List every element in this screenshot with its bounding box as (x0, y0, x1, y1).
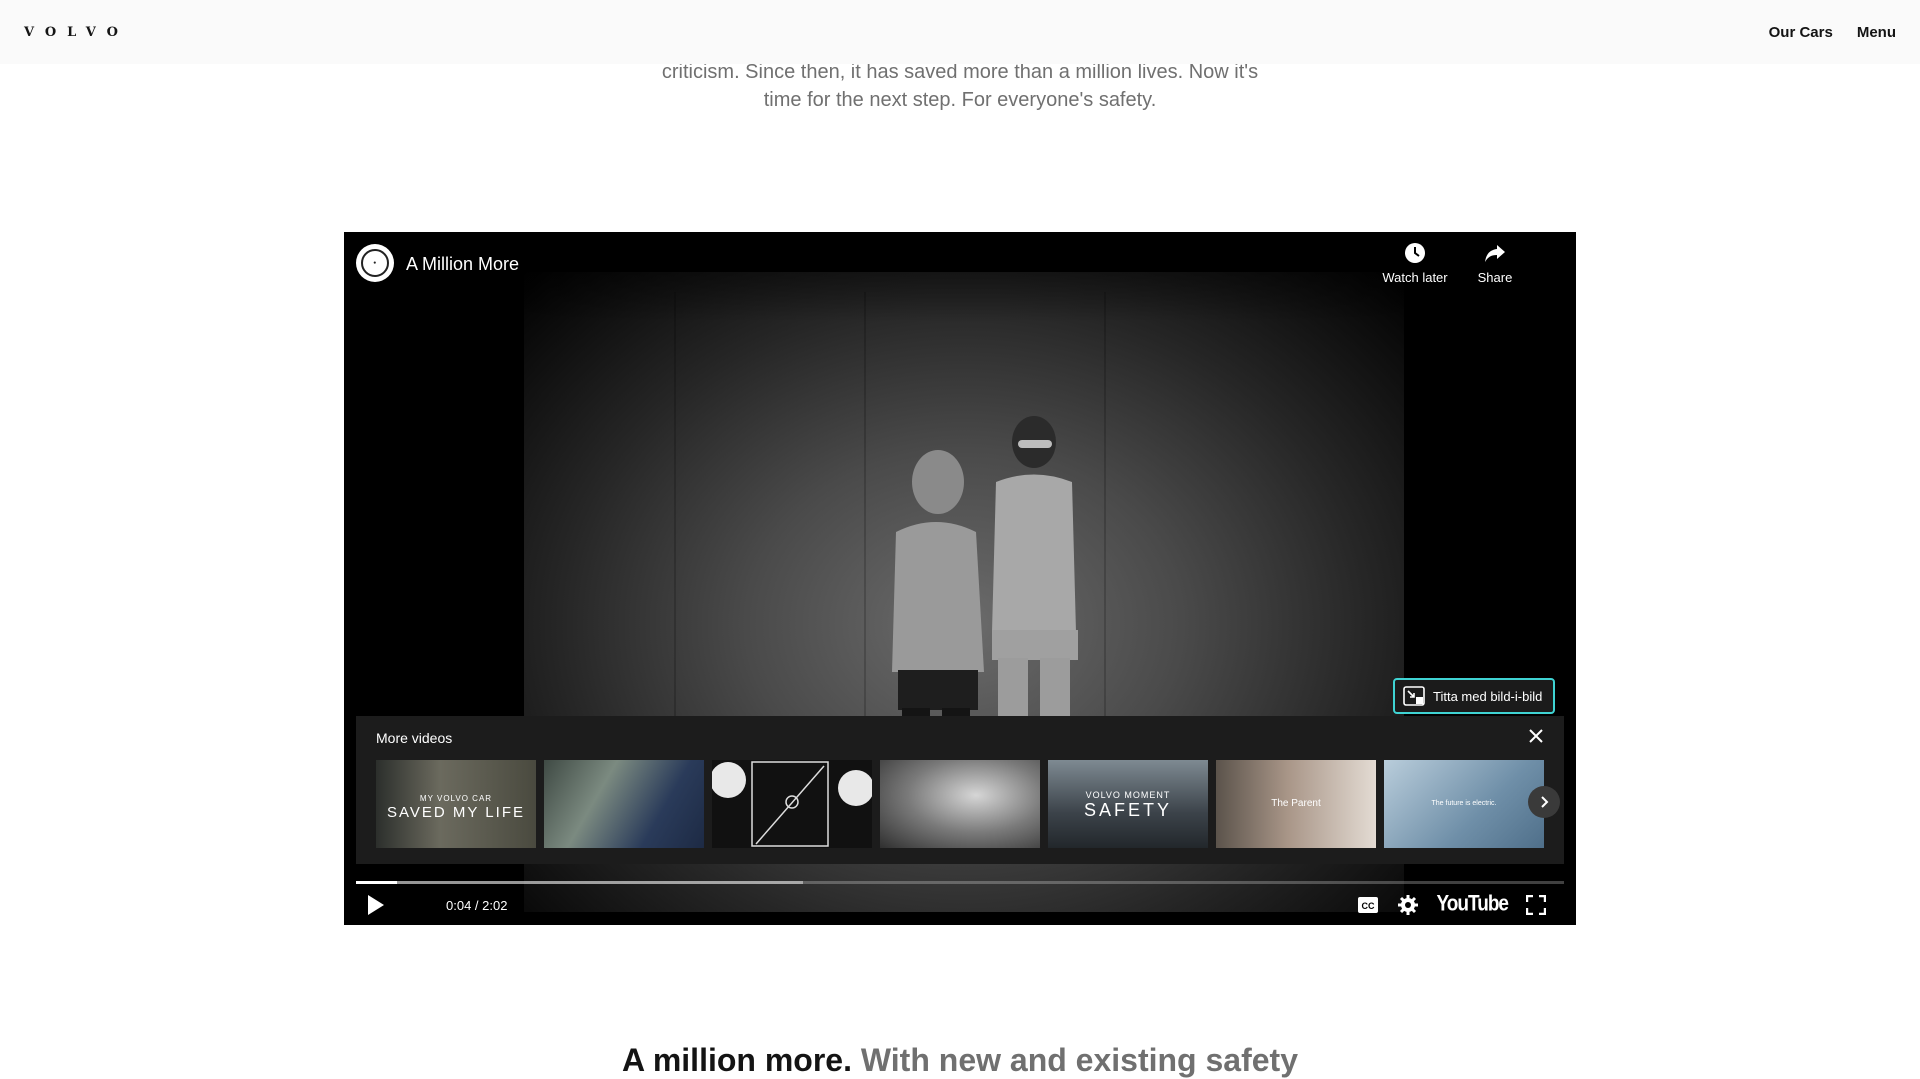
thumbnail-caption-small: VOLVO MOMENT (1085, 790, 1171, 800)
video-thumbnail[interactable] (880, 760, 1040, 848)
share-button[interactable]: Share (1455, 242, 1535, 285)
thumbnail-caption: SAFETY (1083, 800, 1172, 820)
pip-label: Titta med bild-i-bild (1433, 688, 1543, 704)
thumbnail-caption-small: MY VOLVO CAR (419, 794, 493, 803)
more-videos-list: MY VOLVO CAR SAVED MY LIFE VOLVO MOMENT … (376, 760, 1544, 848)
thumbnail-caption: SAVED MY LIFE (387, 804, 525, 821)
picture-in-picture-button[interactable]: Titta med bild-i-bild (1393, 678, 1555, 714)
progress-played (356, 881, 398, 884)
more-videos-panel: More videos MY VOLVO CAR SAVED MY LIFE V… (356, 716, 1564, 864)
video-thumbnail[interactable] (712, 760, 872, 848)
more-videos-title: More videos (376, 730, 453, 746)
headline-muted: With new and existing safety (860, 1042, 1298, 1078)
fullscreen-icon[interactable] (1526, 895, 1546, 915)
video-thumbnail[interactable]: MY VOLVO CAR SAVED MY LIFE (376, 760, 536, 848)
settings-icon[interactable] (1397, 894, 1419, 916)
video-thumbnail[interactable]: VOLVO MOMENT SAFETY (1048, 760, 1208, 848)
progress-bar[interactable] (356, 881, 1564, 884)
chevron-right-icon (1541, 796, 1549, 808)
pip-icon (1403, 686, 1425, 706)
volvo-logo[interactable]: VOLVO (24, 25, 129, 40)
watch-later-icon (1405, 243, 1425, 263)
youtube-logo[interactable]: YouTube (1437, 892, 1509, 917)
share-icon (1485, 245, 1505, 262)
controls-right: CC YouTube (1357, 892, 1546, 917)
thumbnail-caption: The Parent (1271, 798, 1321, 809)
watch-later-label: Watch later (1382, 270, 1448, 285)
time-display: 0:04 / 2:02 (446, 898, 508, 913)
site-header: VOLVO Our Cars Menu (0, 0, 1920, 64)
svg-text:CC: CC (1361, 901, 1374, 911)
watch-later-button[interactable]: Watch later (1375, 242, 1455, 285)
nav-our-cars[interactable]: Our Cars (1769, 24, 1833, 41)
next-videos-button[interactable] (1528, 786, 1560, 818)
top-nav: Our Cars Menu (1769, 24, 1896, 41)
video-player[interactable]: ● A Million More Watch later Share Titta… (344, 232, 1576, 925)
section-headline: A million more. With new and existing sa… (0, 1042, 1920, 1079)
nav-menu[interactable]: Menu (1857, 24, 1896, 41)
player-controls: 0:04 / 2:02 CC YouTube (344, 888, 1576, 924)
intro-line-2: time for the next step. For everyone's s… (763, 89, 1157, 111)
thumbnail-art (712, 761, 872, 847)
progress-buffered (356, 881, 803, 884)
headline-strong: A million more. (622, 1042, 852, 1078)
play-icon[interactable] (366, 894, 386, 916)
captions-icon[interactable]: CC (1357, 896, 1379, 914)
channel-avatar[interactable]: ● (356, 244, 394, 282)
share-label: Share (1477, 270, 1513, 285)
volvo-emblem-icon: ● (361, 249, 389, 277)
video-thumbnail[interactable]: The Parent (1216, 760, 1376, 848)
close-icon[interactable] (1528, 728, 1544, 744)
thumbnail-caption: The future is electric. (1431, 800, 1497, 807)
video-thumbnail[interactable] (544, 760, 704, 848)
video-title[interactable]: A Million More (406, 254, 519, 275)
video-thumbnail[interactable]: The future is electric. (1384, 760, 1544, 848)
